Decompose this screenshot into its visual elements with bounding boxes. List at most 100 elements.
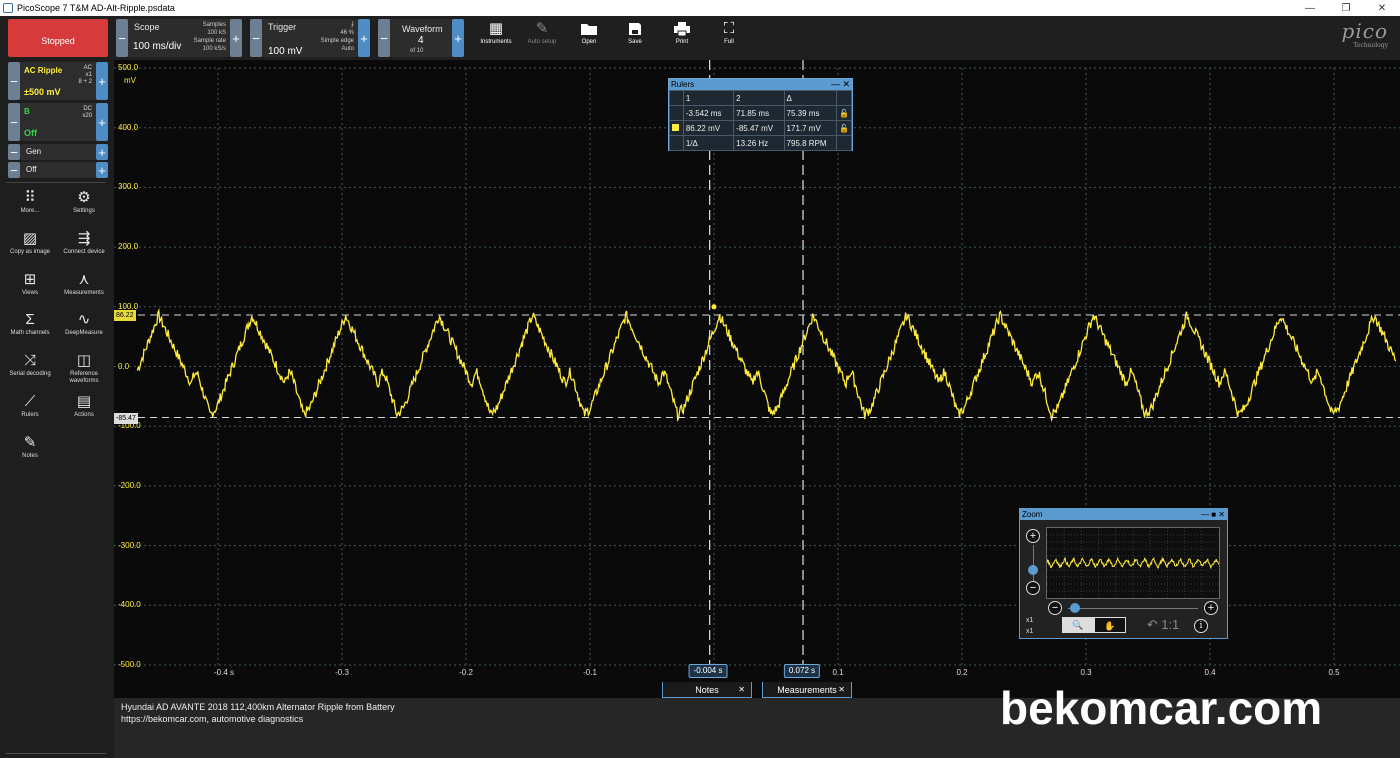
full-screen-button[interactable]: ⛶ Full — [709, 19, 749, 57]
open-button[interactable]: Open — [569, 19, 609, 57]
save-button[interactable]: Save — [615, 19, 655, 57]
print-button[interactable]: Print — [662, 19, 702, 57]
timebase-decrease-button[interactable]: − — [116, 19, 128, 57]
run-state-label: Stopped — [41, 36, 75, 46]
tool-deepmeasure[interactable]: ∿ DeepMeasure — [60, 310, 108, 337]
info-icon[interactable]: i — [1194, 619, 1208, 633]
zoom-overview[interactable] — [1046, 527, 1220, 599]
x-tick-label: 0.2 — [956, 668, 968, 677]
channel-a-range[interactable]: ±500 mV — [24, 87, 60, 97]
zoom-out-horizontal-button[interactable]: − — [1048, 601, 1062, 615]
instruments-button[interactable]: ▦ Instruments — [476, 19, 516, 57]
x-tick-label: -0.3 — [335, 668, 349, 677]
channel-a-range-increase[interactable]: + — [96, 62, 108, 100]
tool-connect-device[interactable]: ⇶ Connect device — [60, 229, 108, 256]
channel-b-range-increase[interactable]: + — [96, 103, 108, 141]
tab-notes[interactable]: Notes ✕ — [662, 682, 752, 698]
zoom-in-horizontal-button[interactable]: + — [1204, 601, 1218, 615]
horizontal-zoom-track[interactable] — [1068, 608, 1198, 609]
time-ruler-2-marker[interactable]: 0.072 s — [783, 664, 821, 678]
undo-zoom-button[interactable]: ↶ 1:1 — [1138, 617, 1188, 633]
waveform-next-button[interactable]: + — [452, 19, 464, 57]
tool-math-channels[interactable]: Σ Math channels — [6, 310, 54, 337]
trigger-decrease-button[interactable]: − — [250, 19, 262, 57]
tool-measurements[interactable]: ⋏ Measurements — [60, 270, 108, 297]
image-icon: ▨ — [22, 230, 38, 247]
run-stop-button[interactable]: Stopped — [8, 19, 108, 57]
restore-button[interactable]: ❐ — [1328, 3, 1364, 14]
channel-a-name[interactable]: AC Ripple — [24, 66, 62, 75]
waveform-current[interactable]: 4 — [418, 35, 424, 46]
amplitude-ruler-2-marker[interactable]: -85.47 — [114, 413, 138, 424]
y-tick-label: -200.0 — [118, 480, 141, 490]
tool-actions[interactable]: ▤ Actions — [60, 392, 108, 419]
vertical-zoom-track[interactable] — [1033, 545, 1034, 581]
timebase-increase-button[interactable]: + — [230, 19, 242, 57]
trigger-level[interactable]: 100 mV — [268, 46, 302, 57]
tool-rulers[interactable]: ⟋ Rulers — [6, 392, 54, 419]
tab-measurements-close-icon[interactable]: ✕ — [838, 682, 845, 698]
frequency-value: 13.26 Hz — [733, 135, 785, 151]
close-button[interactable]: ✕ — [1364, 3, 1400, 14]
ruler-col-2: 2 — [733, 90, 785, 106]
zoom-out-vertical-button[interactable]: − — [1026, 581, 1040, 595]
trigger-mode[interactable]: Auto — [342, 46, 354, 53]
sigma-icon: Σ — [25, 311, 35, 328]
fullscreen-icon: ⛶ — [723, 20, 735, 37]
tool-more[interactable]: ⠿ More... — [6, 188, 54, 215]
channel-b-range-decrease[interactable]: − — [8, 103, 20, 141]
timebase-value[interactable]: 100 ms/div — [133, 41, 181, 52]
trigger-percent: 46 % — [340, 30, 354, 36]
generator-decrease[interactable]: − — [8, 144, 20, 160]
generator-state-decrease[interactable]: − — [8, 162, 20, 178]
vertical-zoom-thumb[interactable] — [1028, 565, 1038, 575]
amplitude-ruler-1-marker[interactable]: 86.22 — [114, 310, 136, 321]
time-ruler-1-marker[interactable]: -0.004 s — [688, 664, 728, 678]
generator-increase[interactable]: + — [96, 144, 108, 160]
rulers-table: 1 2 Δ -3.542 ms 71.85 ms 75.39 ms 🔓 86.2… — [669, 90, 852, 151]
x-tick-label: 0.1 — [832, 668, 844, 677]
instruments-label: Instruments — [480, 39, 512, 45]
rulers-panel-controls[interactable]: — ✕ — [831, 79, 850, 90]
auto-setup-button[interactable]: ✎ Auto setup — [522, 19, 562, 57]
tool-notes[interactable]: ✎ Notes — [6, 433, 54, 460]
tool-settings[interactable]: ⚙ Settings — [60, 188, 108, 215]
instruments-icon: ▦ — [488, 20, 504, 37]
generator-state[interactable]: Off — [26, 165, 37, 174]
y-tick-label: -400.0 — [118, 600, 141, 610]
frequency-label: 1/Δ — [682, 135, 735, 151]
rulers-panel-header[interactable]: Rulers — ✕ — [669, 79, 852, 90]
zoom-x-factor: x1 — [1026, 617, 1034, 624]
folder-icon — [569, 19, 609, 39]
zoom-in-vertical-button[interactable]: + — [1026, 529, 1040, 543]
caliper-icon: ⋏ — [78, 271, 90, 288]
tab-notes-close-icon[interactable]: ✕ — [738, 682, 745, 698]
tab-measurements[interactable]: Measurements ✕ — [762, 682, 852, 698]
trigger-type[interactable]: Simple edge — [321, 38, 354, 45]
tab-measurements-label: Measurements — [777, 685, 837, 695]
channel-b-name[interactable]: B — [24, 107, 30, 116]
zoom-panel-controls[interactable]: — ■ ✕ — [1201, 509, 1225, 520]
tool-reference-waveforms[interactable]: ◫ Reference waveforms — [60, 351, 108, 385]
lock-icon[interactable]: 🔓 — [836, 105, 852, 121]
trigger-increase-button[interactable]: + — [358, 19, 370, 57]
waveform-previous-button[interactable]: − — [378, 19, 390, 57]
rulers-amplitude-row: 86.22 mV -85.47 mV 171.7 mV 🔓 — [669, 120, 852, 136]
pan-tool-button[interactable]: ✋ — [1094, 617, 1126, 633]
time-ruler-2-value: 71.85 ms — [733, 105, 785, 121]
tool-copy-as-image[interactable]: ▨ Copy as image — [6, 229, 54, 256]
ruler-col-1: 1 — [682, 90, 735, 106]
channel-a-range-decrease[interactable]: − — [8, 62, 20, 100]
generator-state-increase[interactable]: + — [96, 162, 108, 178]
zoom-panel-header[interactable]: Zoom — ■ ✕ — [1020, 509, 1227, 520]
channel-b-range[interactable]: Off — [24, 128, 37, 138]
minimize-button[interactable]: — — [1292, 3, 1328, 14]
samples-value[interactable]: 100 kS — [207, 30, 226, 37]
tool-serial-decoding[interactable]: ⤨ Serial decoding — [6, 351, 54, 378]
channel-b-control: − B Off DC x20 + — [8, 103, 108, 141]
zoom-tool-button[interactable]: 🔍 — [1062, 617, 1094, 633]
app-icon — [3, 3, 13, 13]
tool-views[interactable]: ⊞ Views — [6, 270, 54, 297]
lock-icon[interactable]: 🔓 — [836, 120, 852, 136]
horizontal-zoom-thumb[interactable] — [1070, 603, 1080, 613]
